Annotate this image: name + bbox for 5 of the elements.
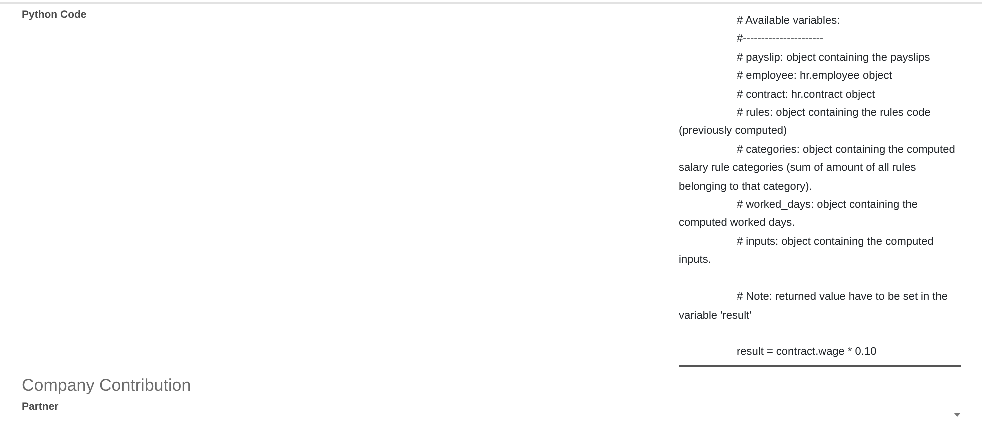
caret-icon xyxy=(954,412,961,417)
code-field[interactable]: # Available variables: #---------------------- # payslip: object containing the payslips # employee: hr.employee object # contract: hr.contract object # rules: object containing the rules code (previously computed) # categories: object containing the computed salary rule categories (sum of amount of all rules belonging to that category). # worked_days: object containing the computed worked days. # inputs: object containing the computed inputs. # Note: returned value have to be set in the variable 'result' result = contract.wage * 0.10 xyxy=(679,12,961,367)
field-label: Partner xyxy=(22,400,59,416)
section-title: Company Contribution xyxy=(22,374,192,397)
field-label: Python Code xyxy=(22,8,87,23)
